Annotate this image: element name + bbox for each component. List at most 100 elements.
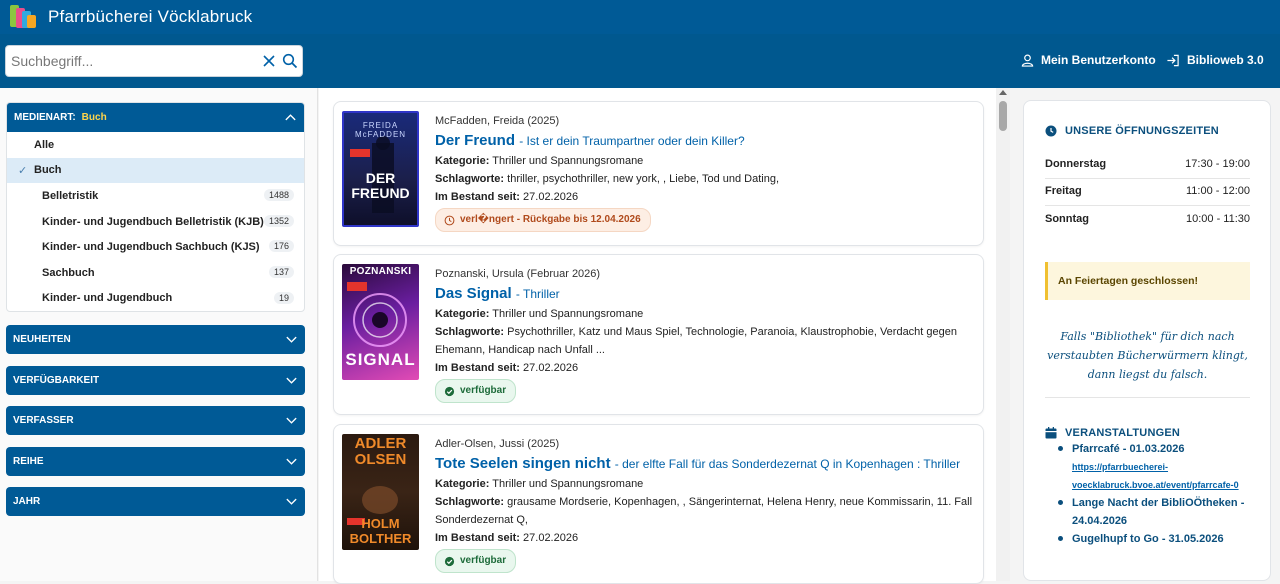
filter-subitem-sachbuch[interactable]: Sachbuch 137: [7, 260, 304, 286]
search-box: [5, 45, 303, 77]
filter-verfasser[interactable]: VERFASSER: [6, 406, 305, 435]
book-title-link[interactable]: Das Signal: [435, 285, 512, 302]
events-title: VERANSTALTUNGEN: [1065, 427, 1181, 439]
filter-item-buch[interactable]: ✓ Buch: [7, 157, 304, 184]
account-link[interactable]: Mein Benutzerkonto: [1021, 53, 1156, 67]
account-label: Mein Benutzerkonto: [1041, 53, 1156, 67]
status-text: verl�ngert - Rückgabe bis 12.04.2026: [460, 214, 641, 225]
scroll-up-arrow-icon[interactable]: [999, 90, 1007, 95]
hours-day: Donnerstag: [1045, 158, 1107, 170]
biblioweb-label: Biblioweb 3.0: [1187, 53, 1264, 67]
biblioweb-link[interactable]: Biblioweb 3.0: [1166, 53, 1264, 67]
event-text: Lange Nacht der BibliOÖtheken - 24.04.20…: [1072, 497, 1245, 527]
filter-count-badge: 176: [268, 240, 294, 253]
event-text: Pfarrcafé - 01.03.2026: [1072, 443, 1185, 455]
filter-subitem-kjb[interactable]: Kinder- und Jugendbuch Belletristik (KJB…: [7, 209, 304, 235]
filter-item-alle[interactable]: Alle: [7, 132, 304, 158]
clear-icon[interactable]: [261, 53, 277, 69]
bestand-label: Im Bestand seit:: [435, 362, 520, 374]
opening-hours-title: UNSERE ÖFFNUNGSZEITEN: [1065, 125, 1219, 137]
book-cover-image[interactable]: FREIDA McFADDEN DER FREUND: [342, 111, 419, 227]
schlagworte-label: Schlagworte:: [435, 173, 505, 185]
event-item[interactable]: Pfarrcafé - 01.03.2026 https://pfarrbuec…: [1056, 440, 1251, 494]
hours-row: Sonntag 10:00 - 11:30: [1045, 213, 1250, 225]
results-list: FREIDA McFADDEN DER FREUND McFadden, Fre…: [319, 88, 1010, 584]
cover-author-text: ADLER OLSEN: [354, 435, 407, 468]
filter-jahr[interactable]: JAHR: [6, 487, 305, 516]
medienart-filter-header[interactable]: MEDIENART: Buch: [7, 103, 304, 132]
clock-icon: [1045, 125, 1057, 137]
holiday-notice: An Feiertagen geschlossen!: [1045, 262, 1250, 300]
filter-count-badge: 1352: [263, 214, 294, 227]
divider: [1045, 397, 1250, 398]
status-badge: verfügbar: [435, 379, 517, 403]
schlagworte-label: Schlagworte:: [435, 326, 505, 338]
cover-title-text: SIGNAL: [345, 350, 416, 369]
filter-subitem-kjs[interactable]: Kinder- und Jugendbuch Sachbuch (KJS) 17…: [7, 234, 304, 260]
kategorie-label: Kategorie:: [435, 478, 490, 490]
book-title-link[interactable]: Der Freund: [435, 132, 515, 149]
cover-author-text: POZNANSKI: [349, 266, 412, 277]
hours-time: 17:30 - 19:00: [1185, 158, 1250, 170]
status-text: verfügbar: [460, 385, 507, 396]
book-card[interactable]: ADLER OLSEN HOLM BOLTHER Adler-Olsen, Ju…: [333, 424, 984, 584]
results-scrollbar[interactable]: [996, 88, 1010, 581]
filter-reihe[interactable]: REIHE: [6, 447, 305, 476]
book-card[interactable]: FREIDA McFADDEN DER FREUND McFadden, Fre…: [333, 101, 984, 246]
book-schlagworte: grausame Mordserie, Kopenhagen, , Sänger…: [435, 496, 973, 526]
clock-icon: [444, 215, 455, 225]
book-info: Poznanski, Ursula (Februar 2026) Das Sig…: [435, 265, 980, 403]
book-subtitle: - Thriller: [515, 287, 560, 301]
hours-day: Freitag: [1045, 185, 1082, 197]
book-author: Poznanski, Ursula (Februar 2026): [435, 268, 601, 280]
login-icon: [1167, 54, 1179, 66]
book-title-link[interactable]: Tote Seelen singen nicht: [435, 455, 611, 472]
book-cover-image[interactable]: ADLER OLSEN HOLM BOLTHER: [342, 434, 419, 550]
search-input[interactable]: [11, 53, 251, 69]
filter-item-label: Alle: [34, 138, 55, 151]
filter-header-label: NEUHEITEN: [13, 334, 71, 345]
chevron-up-icon[interactable]: [284, 111, 297, 124]
search-icon[interactable]: [282, 53, 298, 69]
filter-subitem-kinder-jugendbuch[interactable]: Kinder- und Jugendbuch 19: [7, 286, 304, 312]
book-card[interactable]: POZNANSKI SIGNAL Poznanski, Ursula (Febr…: [333, 254, 984, 415]
book-schlagworte: thriller, psychothriller, new york, , Li…: [507, 173, 780, 185]
book-kategorie: Thriller und Spannungsromane: [492, 308, 644, 320]
check-icon: ✓: [18, 164, 28, 177]
filter-neuheiten[interactable]: NEUHEITEN: [6, 325, 305, 354]
book-kategorie: Thriller und Spannungsromane: [492, 478, 644, 490]
cover-author-text: FREIDA McFADDEN: [354, 121, 407, 139]
medienart-label: MEDIENART:: [14, 112, 76, 123]
scrollbar-thumb[interactable]: [999, 101, 1007, 131]
book-cover-image[interactable]: POZNANSKI SIGNAL: [342, 264, 419, 380]
book-bestand-date: 27.02.2026: [523, 191, 579, 203]
event-link[interactable]: https://pfarrbuecherei-voecklabruck.bvoe…: [1072, 462, 1239, 490]
bestand-label: Im Bestand seit:: [435, 532, 520, 544]
user-icon: [1021, 54, 1034, 67]
check-circle-icon: [444, 386, 455, 396]
filter-sidebar: MEDIENART: Buch Alle ✓ Buch Belletristik…: [0, 88, 318, 581]
kategorie-label: Kategorie:: [435, 308, 490, 320]
event-item[interactable]: Lange Nacht der BibliOÖtheken - 24.04.20…: [1056, 494, 1251, 530]
book-info: McFadden, Freida (2025) Der Freund - Ist…: [435, 112, 980, 232]
chevron-down-icon: [286, 498, 297, 505]
opening-hours-heading: UNSERE ÖFFNUNGSZEITEN: [1045, 125, 1219, 137]
filter-subitem-label: Kinder- und Jugendbuch Sachbuch (KJS): [42, 241, 260, 254]
filter-count-badge: 137: [268, 265, 294, 278]
filter-verfuegbarkeit[interactable]: VERFÜGBARKEIT: [6, 366, 305, 395]
cover-title-text: HOLM BOLTHER: [349, 516, 412, 546]
library-logo-icon[interactable]: [10, 5, 36, 29]
filter-subitem-belletristik[interactable]: Belletristik 1488: [7, 183, 304, 209]
chevron-down-icon: [286, 417, 297, 424]
event-item[interactable]: Gugelhupf to Go - 31.05.2026: [1056, 530, 1251, 548]
filter-subitem-label: Kinder- und Jugendbuch Belletristik (KJB…: [42, 215, 264, 228]
filter-item-label: Buch: [34, 164, 62, 177]
filter-count-badge: 1488: [263, 189, 294, 202]
site-title[interactable]: Pfarrbücherei Vöcklabruck: [48, 7, 252, 27]
medienart-filter-panel: MEDIENART: Buch Alle ✓ Buch Belletristik…: [6, 102, 305, 313]
hours-time: 11:00 - 12:00: [1185, 185, 1250, 197]
hours-time: 10:00 - 11:30: [1185, 213, 1250, 225]
divider: [1045, 205, 1250, 206]
event-text: Gugelhupf to Go - 31.05.2026: [1072, 533, 1224, 545]
check-circle-icon: [444, 556, 455, 566]
